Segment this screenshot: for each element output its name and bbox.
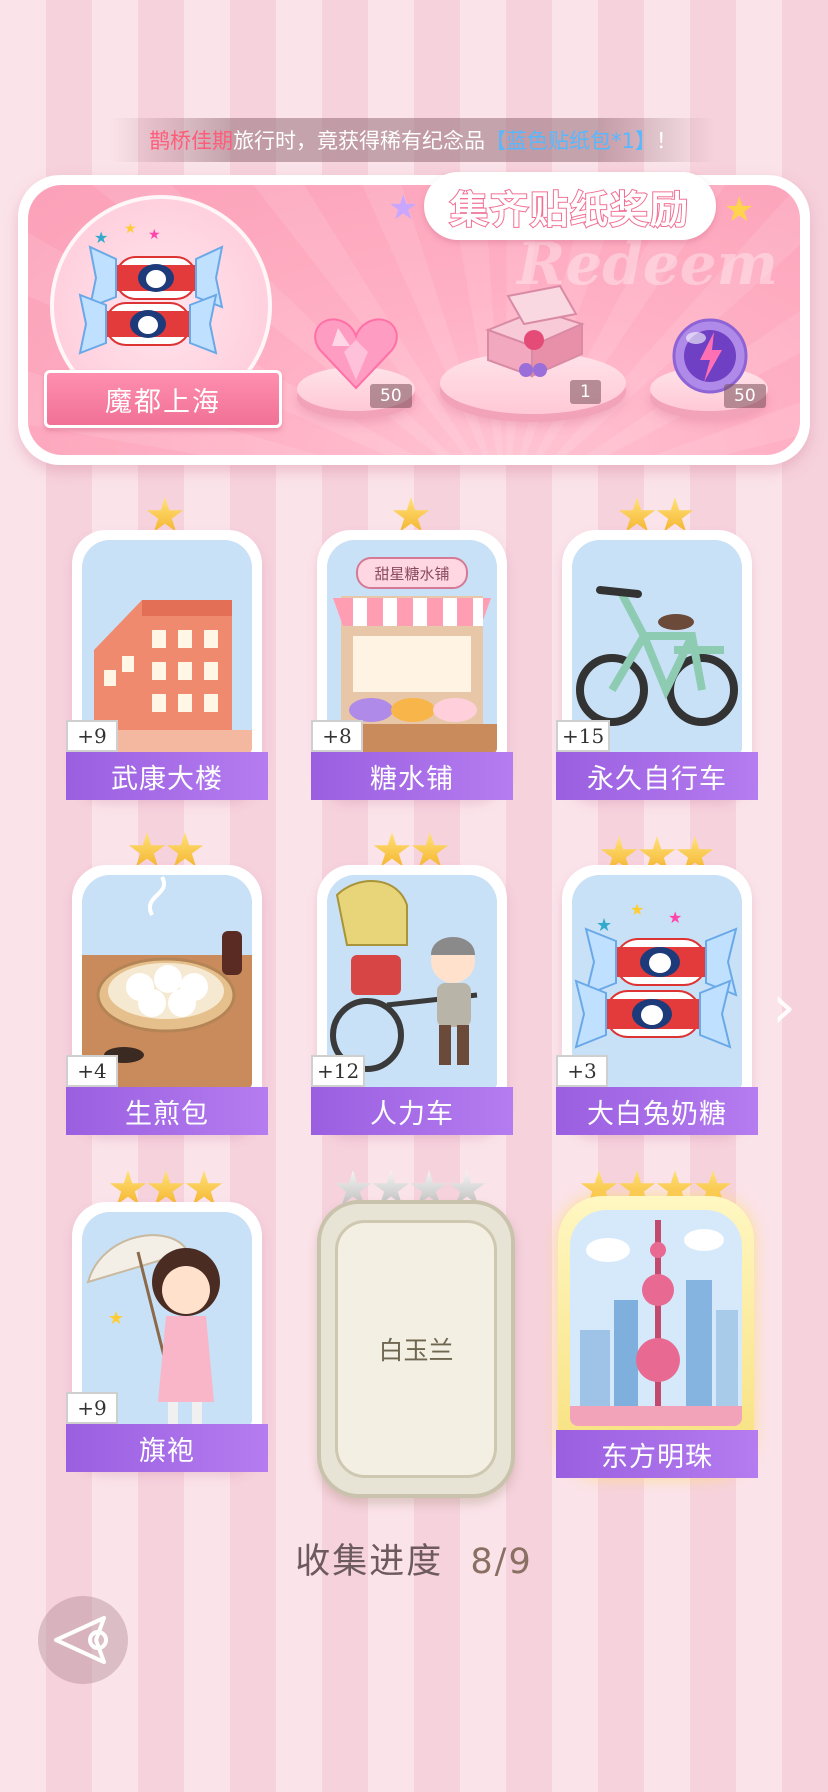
svg-text:★: ★ xyxy=(148,227,161,243)
bonus-tag: +4 xyxy=(66,1055,118,1087)
collection-progress: 收集进度 8/9 xyxy=(0,1533,828,1584)
sticker-card-rickshaw[interactable]: +12 人力车 xyxy=(311,865,513,1135)
card-label: 旗袍 xyxy=(66,1424,268,1472)
svg-text:★: ★ xyxy=(668,908,682,927)
card-label: 白玉兰 xyxy=(335,1220,497,1478)
city-name-ribbon: 魔都上海 xyxy=(44,370,282,428)
bonus-tag: +8 xyxy=(311,720,363,752)
shop-sign: 甜星糖水铺 xyxy=(374,565,449,583)
card-label: 生煎包 xyxy=(66,1087,268,1135)
svg-text:★: ★ xyxy=(630,900,644,919)
card-label: 人力车 xyxy=(311,1087,513,1135)
card-label: 武康大楼 xyxy=(66,752,268,800)
svg-text:★: ★ xyxy=(124,221,137,237)
player-name: 鹊桥佳期 xyxy=(149,129,234,153)
back-button[interactable] xyxy=(38,1596,128,1684)
sticker-card-oriental-pearl[interactable]: 东方明珠 xyxy=(556,1196,758,1478)
bonus-tag: +12 xyxy=(311,1055,366,1087)
progress-label: 收集进度 xyxy=(295,1542,444,1582)
oriental-pearl-art xyxy=(570,1210,742,1426)
notice-item: 【蓝色贴纸包*1】 xyxy=(485,129,656,153)
notice-end: ！ xyxy=(655,129,677,153)
bonus-tag: +9 xyxy=(66,1392,118,1424)
sticker-card-bicycle[interactable]: +15 永久自行车 xyxy=(556,530,758,800)
star-deco-icon: ★ xyxy=(388,188,419,228)
card-label: 东方明珠 xyxy=(556,1430,758,1478)
bonus-tag: +3 xyxy=(556,1055,608,1087)
sticker-card-magnolia-locked[interactable]: 白玉兰 xyxy=(317,1200,515,1498)
card-label: 大白兔奶糖 xyxy=(556,1087,758,1135)
gift-box-icon[interactable] xyxy=(478,284,588,388)
chevron-right-icon[interactable]: › xyxy=(772,972,796,1042)
back-arrow-icon xyxy=(54,1616,108,1664)
svg-text:★: ★ xyxy=(596,915,612,936)
sticker-card-qipao[interactable]: ★ +9 旗袍 xyxy=(66,1202,268,1472)
sticker-card-sweet-shop[interactable]: 甜星糖水铺 +8 糖水铺 xyxy=(311,530,513,800)
reward-title: 集齐贴纸奖励 xyxy=(424,172,716,240)
card-label: 糖水铺 xyxy=(311,752,513,800)
svg-text:★: ★ xyxy=(94,228,108,247)
notice-text: 旅行时，竟获得稀有纪念品 xyxy=(233,129,486,153)
bonus-tag: +9 xyxy=(66,720,118,752)
sticker-card-wukang[interactable]: +9 武康大楼 xyxy=(66,530,268,800)
rare-souvenir-notice: 鹊桥佳期 旅行时，竟获得稀有纪念品 【蓝色贴纸包*1】 ！ xyxy=(110,118,716,162)
sticker-card-candy[interactable]: ★ ★ ★ +3 大白兔奶糖 xyxy=(556,865,758,1135)
svg-text:★: ★ xyxy=(108,1308,124,1329)
sticker-card-shengjian[interactable]: +4 生煎包 xyxy=(66,865,268,1135)
progress-value: 8/9 xyxy=(470,1542,533,1582)
card-label: 永久自行车 xyxy=(556,752,758,800)
reward-count: 1 xyxy=(570,380,601,404)
candy-icon: ★ ★ ★ xyxy=(78,221,224,355)
star-deco-icon: ★ xyxy=(724,190,755,230)
reward-count: 50 xyxy=(724,384,766,408)
reward-count: 50 xyxy=(370,384,412,408)
bonus-tag: +15 xyxy=(556,720,611,752)
reward-title-text: 集齐贴纸奖励 xyxy=(449,187,690,233)
